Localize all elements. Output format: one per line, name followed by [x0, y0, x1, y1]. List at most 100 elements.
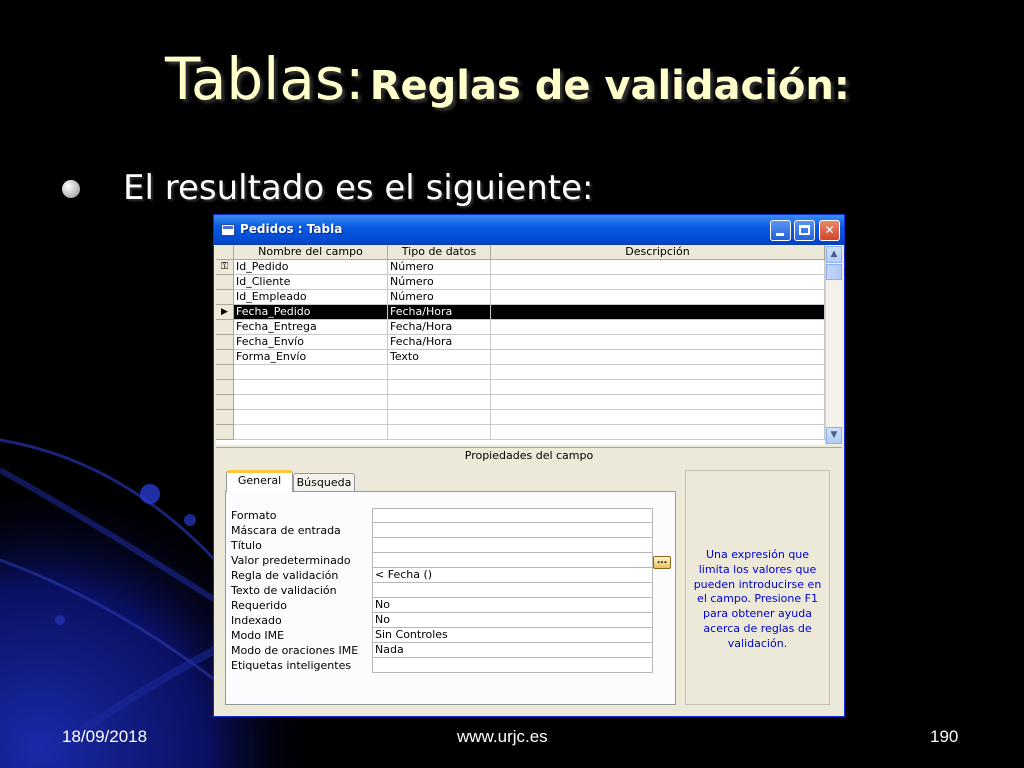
description-cell[interactable]: [491, 335, 825, 350]
property-value-field[interactable]: [372, 508, 653, 523]
slide-title: Tablas: Reglas de validación:: [165, 45, 850, 113]
property-label: Texto de validación: [231, 584, 337, 597]
property-value-field[interactable]: [372, 583, 653, 598]
property-value-field[interactable]: [372, 538, 653, 553]
table-row[interactable]: [216, 365, 825, 380]
row-selector[interactable]: [216, 335, 234, 350]
table-row[interactable]: [216, 395, 825, 410]
data-type-cell[interactable]: Fecha/Hora: [388, 335, 491, 350]
table-row[interactable]: Fecha_Entrega Fecha/Hora: [216, 320, 825, 335]
description-cell[interactable]: [491, 380, 825, 395]
property-row: Valor predeterminado: [231, 553, 657, 568]
row-selector[interactable]: ▶: [216, 305, 234, 320]
field-name-cell[interactable]: Forma_Envío: [234, 350, 388, 365]
description-cell[interactable]: [491, 305, 825, 320]
property-label: Modo de oraciones IME: [231, 644, 359, 657]
scroll-thumb[interactable]: [826, 264, 842, 280]
row-selector[interactable]: [216, 365, 234, 380]
field-name-cell[interactable]: [234, 425, 388, 440]
row-selector[interactable]: [216, 275, 234, 290]
table-row[interactable]: Fecha_Envío Fecha/Hora: [216, 335, 825, 350]
column-header-description[interactable]: Descripción: [491, 245, 825, 260]
close-button[interactable]: ✕: [819, 220, 840, 241]
description-cell[interactable]: [491, 395, 825, 410]
data-type-cell[interactable]: Texto: [388, 350, 491, 365]
column-header-data-type[interactable]: Tipo de datos: [388, 245, 491, 260]
description-cell[interactable]: [491, 350, 825, 365]
row-selector[interactable]: [216, 290, 234, 305]
field-name-cell[interactable]: [234, 365, 388, 380]
expression-builder-button[interactable]: ...: [653, 556, 671, 569]
header-selector[interactable]: [216, 245, 234, 260]
table-icon: [221, 224, 235, 236]
data-type-cell[interactable]: [388, 380, 491, 395]
tab-general[interactable]: General: [226, 470, 293, 492]
data-type-cell[interactable]: [388, 410, 491, 425]
description-cell[interactable]: [491, 290, 825, 305]
field-name-cell[interactable]: [234, 410, 388, 425]
table-row[interactable]: Forma_Envío Texto: [216, 350, 825, 365]
data-type-cell[interactable]: Fecha/Hora: [388, 305, 491, 320]
table-row[interactable]: ▶ Fecha_Pedido Fecha/Hora: [216, 305, 825, 320]
row-selector[interactable]: [216, 380, 234, 395]
table-row[interactable]: ⚿ Id_Pedido Número: [216, 260, 825, 275]
window-title: Pedidos : Tabla: [240, 222, 343, 236]
table-row[interactable]: Id_Empleado Número: [216, 290, 825, 305]
description-cell[interactable]: [491, 365, 825, 380]
row-selector[interactable]: [216, 410, 234, 425]
help-box: Una expresión que limita los valores que…: [685, 470, 830, 705]
field-name-cell[interactable]: Fecha_Pedido: [234, 305, 388, 320]
grid-scrollbar[interactable]: ▲ ▼: [825, 245, 842, 445]
row-selector[interactable]: ⚿: [216, 260, 234, 275]
data-type-cell[interactable]: [388, 395, 491, 410]
property-value-field[interactable]: [372, 523, 653, 538]
property-value-field[interactable]: [372, 658, 653, 673]
property-row: Modo de oraciones IME Nada: [231, 643, 657, 658]
scroll-up-icon[interactable]: ▲: [826, 246, 842, 263]
row-selector[interactable]: [216, 425, 234, 440]
maximize-button[interactable]: [794, 220, 815, 241]
field-name-cell[interactable]: Id_Pedido: [234, 260, 388, 275]
field-name-cell[interactable]: [234, 380, 388, 395]
data-type-cell[interactable]: Número: [388, 260, 491, 275]
field-name-cell[interactable]: Fecha_Entrega: [234, 320, 388, 335]
tab-busqueda[interactable]: Búsqueda: [293, 473, 355, 493]
description-cell[interactable]: [491, 260, 825, 275]
column-header-field-name[interactable]: Nombre del campo: [234, 245, 388, 260]
property-value-field[interactable]: No: [372, 598, 653, 613]
window-titlebar[interactable]: Pedidos : Tabla ✕: [214, 215, 844, 245]
row-selector[interactable]: [216, 395, 234, 410]
grid-header-row: Nombre del campo Tipo de datos Descripci…: [216, 245, 825, 260]
description-cell[interactable]: [491, 425, 825, 440]
key-icon: ⚿: [220, 261, 229, 272]
row-selector[interactable]: [216, 350, 234, 365]
table-row[interactable]: [216, 425, 825, 440]
field-name-cell[interactable]: Id_Cliente: [234, 275, 388, 290]
table-row[interactable]: Id_Cliente Número: [216, 275, 825, 290]
table-row[interactable]: [216, 380, 825, 395]
field-name-cell[interactable]: [234, 395, 388, 410]
description-cell[interactable]: [491, 275, 825, 290]
property-value-field[interactable]: Nada: [372, 643, 653, 658]
property-value-field[interactable]: No: [372, 613, 653, 628]
description-cell[interactable]: [491, 320, 825, 335]
field-name-cell[interactable]: Id_Empleado: [234, 290, 388, 305]
maximize-icon: [799, 225, 810, 235]
property-value-field[interactable]: Sin Controles: [372, 628, 653, 643]
data-type-cell[interactable]: Fecha/Hora: [388, 320, 491, 335]
data-type-cell[interactable]: Número: [388, 275, 491, 290]
scroll-down-icon[interactable]: ▼: [826, 427, 842, 444]
table-row[interactable]: [216, 410, 825, 425]
data-type-cell[interactable]: [388, 425, 491, 440]
data-type-cell[interactable]: Número: [388, 290, 491, 305]
property-value-field[interactable]: [372, 553, 653, 568]
field-grid: Nombre del campo Tipo de datos Descripci…: [216, 245, 825, 445]
help-text: Una expresión que limita los valores que…: [693, 548, 822, 650]
slide-title-main: Tablas:: [165, 45, 365, 113]
row-selector[interactable]: [216, 320, 234, 335]
description-cell[interactable]: [491, 410, 825, 425]
property-value-field[interactable]: < Fecha (): [372, 568, 653, 583]
data-type-cell[interactable]: [388, 365, 491, 380]
field-name-cell[interactable]: Fecha_Envío: [234, 335, 388, 350]
minimize-button[interactable]: [770, 220, 791, 241]
